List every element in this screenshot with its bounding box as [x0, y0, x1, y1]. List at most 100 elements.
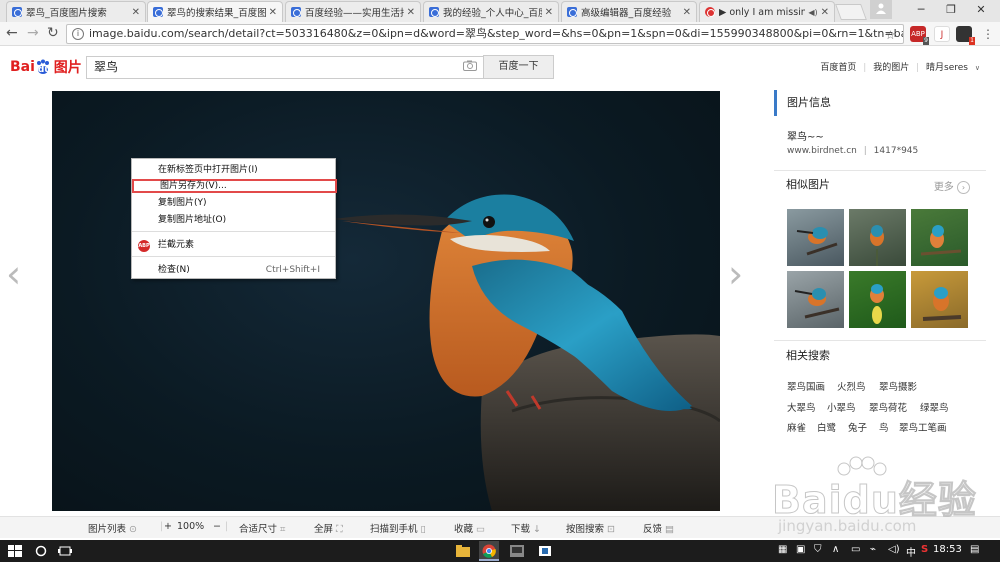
related-search-link[interactable]: 火烈鸟: [837, 379, 866, 393]
related-search-link[interactable]: 兔子: [848, 420, 867, 434]
zoom-in-button[interactable]: +: [164, 521, 172, 532]
close-icon[interactable]: ✕: [132, 7, 140, 18]
camera-icon[interactable]: [463, 60, 477, 74]
related-search-link[interactable]: 麻雀: [787, 420, 806, 434]
bird-icon: [796, 227, 838, 256]
image-list-label: 图片列表: [88, 524, 127, 535]
close-icon[interactable]: ✕: [407, 7, 415, 18]
search-button[interactable]: 百度一下: [483, 55, 554, 79]
new-tab-button[interactable]: [835, 4, 867, 20]
task-view-icon[interactable]: [58, 545, 72, 557]
baidu-image-logo[interactable]: Bai du 图片: [10, 56, 82, 78]
zoom-out-button[interactable]: −: [213, 521, 221, 532]
scan-to-phone-button[interactable]: 扫描到手机 ▯: [370, 521, 426, 535]
tab-search-result[interactable]: 翠鸟的搜索结果_百度图片 ✕: [147, 1, 283, 22]
similar-thumb[interactable]: [911, 271, 968, 328]
ime-icon[interactable]: S: [921, 544, 928, 555]
tab-my-jingyan[interactable]: 我的经验_个人中心_百度经验 ✕: [423, 1, 559, 22]
url-input[interactable]: i image.baidu.com/search/detail?ct=50331…: [66, 24, 904, 44]
feedback-button[interactable]: 反馈 ▤: [643, 521, 674, 535]
tab-title: 百度经验——实用生活指南: [305, 8, 404, 19]
menu-block-element[interactable]: 拦截元素: [158, 238, 334, 252]
volume-icon[interactable]: ◁): [888, 544, 900, 555]
fit-size-button[interactable]: 合适尺寸 ⌗: [239, 521, 285, 535]
similar-thumb[interactable]: [911, 209, 968, 266]
file-explorer-icon[interactable]: [456, 545, 470, 557]
paw-icon: [567, 7, 577, 17]
similar-thumb[interactable]: [787, 271, 844, 328]
close-icon[interactable]: ✕: [545, 7, 553, 18]
related-search-link[interactable]: 翠鸟荷花: [869, 400, 907, 414]
tab-baidu-image-search[interactable]: 翠鸟_百度图片搜索 ✕: [6, 1, 146, 22]
similar-thumb[interactable]: [849, 271, 906, 328]
cortana-icon[interactable]: [34, 545, 48, 557]
search-by-image-button[interactable]: 按图搜索 ⊡: [566, 521, 615, 535]
related-search-link[interactable]: 翠鸟摄影: [879, 379, 917, 393]
related-search-link[interactable]: 鸟: [879, 420, 889, 434]
image-list-button[interactable]: 图片列表 ⊙: [88, 521, 137, 535]
language-indicator[interactable]: 中: [906, 544, 916, 559]
adblock-icon[interactable]: ABP 9: [910, 26, 929, 45]
more-link[interactable]: 更多 ›: [934, 178, 970, 194]
related-search-link[interactable]: 翠鸟国画: [787, 379, 825, 393]
menu-inspect[interactable]: 检查(N) Ctrl+Shift+I: [158, 263, 334, 277]
battery-icon[interactable]: ▭: [851, 544, 860, 555]
related-search-link[interactable]: 翠鸟工笔画: [899, 420, 947, 434]
bird-icon: [870, 284, 884, 324]
search-input[interactable]: 翠鸟: [86, 56, 484, 79]
related-search-link[interactable]: 大翠鸟: [787, 400, 816, 414]
source-link[interactable]: www.birdnet.cn: [787, 146, 857, 156]
tray-app-icon[interactable]: ▣: [796, 544, 805, 555]
app-icon[interactable]: [510, 545, 524, 557]
back-icon[interactable]: ←: [6, 25, 18, 41]
main-image[interactable]: [52, 91, 720, 511]
tray-chevron-icon[interactable]: ∧: [832, 544, 839, 555]
star-icon[interactable]: ☆: [885, 27, 896, 43]
related-search-link[interactable]: 小翠鸟: [827, 400, 856, 414]
tab-editor[interactable]: 高级编辑器_百度经验 ✕: [561, 1, 697, 22]
next-arrow-icon[interactable]: ›: [728, 252, 743, 296]
close-icon[interactable]: ✕: [269, 7, 277, 18]
profile-icon[interactable]: [870, 0, 892, 19]
close-icon[interactable]: ✕: [821, 7, 829, 18]
menu-copy-image-address[interactable]: 复制图片地址(O): [158, 213, 334, 227]
url-text: image.baidu.com/search/detail?ct=5033164…: [89, 27, 904, 40]
extension-j-icon[interactable]: J: [934, 26, 950, 42]
tab-jingyan[interactable]: 百度经验——实用生活指南 ✕: [285, 1, 421, 22]
similar-thumb[interactable]: [849, 209, 906, 266]
menu-icon[interactable]: ⋮: [982, 26, 994, 42]
logo-suffix: 图片: [53, 60, 82, 76]
bird-icon: [922, 287, 962, 321]
windows-start-icon[interactable]: [8, 545, 22, 557]
close-icon[interactable]: ✕: [683, 7, 691, 18]
clock[interactable]: 18:53: [933, 544, 962, 555]
tab-music[interactable]: ▶ only I am missing ◀) ✕: [699, 1, 835, 22]
related-search-link[interactable]: 绿翠鸟: [920, 400, 949, 414]
menu-copy-image[interactable]: 复制图片(Y): [158, 196, 334, 210]
minimize-icon[interactable]: ─: [906, 0, 936, 20]
user-menu[interactable]: 晴月seres: [926, 63, 968, 73]
notification-icon[interactable]: ▤: [970, 544, 979, 555]
similar-thumb[interactable]: [787, 209, 844, 266]
chrome-taskbar-button[interactable]: [479, 541, 499, 561]
related-search-link[interactable]: 白鹭: [817, 420, 836, 434]
fullscreen-button[interactable]: 全屏 ⛶: [314, 521, 343, 535]
link-my-images[interactable]: 我的图片: [873, 63, 909, 73]
link-baidu-home[interactable]: 百度首页: [820, 63, 856, 73]
store-icon[interactable]: [538, 545, 552, 557]
shield-icon[interactable]: ⛉: [814, 544, 822, 555]
network-icon[interactable]: ⌁: [870, 544, 876, 555]
tray-keyboard-icon[interactable]: ▦: [778, 544, 787, 555]
extension-icon[interactable]: 1: [956, 26, 975, 45]
download-button[interactable]: 下载 ↓: [511, 521, 541, 535]
info-icon[interactable]: i: [72, 28, 84, 40]
forward-icon[interactable]: →: [27, 25, 39, 41]
badge-count: 9: [923, 37, 929, 45]
prev-arrow-icon[interactable]: ‹: [6, 252, 21, 296]
menu-open-in-new-tab[interactable]: 在新标签页中打开图片(I): [158, 163, 334, 177]
maximize-icon[interactable]: ❐: [936, 0, 966, 20]
close-window-icon[interactable]: ✕: [966, 0, 996, 20]
menu-save-image-as[interactable]: 图片另存为(V)...: [132, 179, 337, 193]
favorite-button[interactable]: 收藏 ▭: [454, 521, 485, 535]
reload-icon[interactable]: ↻: [47, 25, 59, 41]
